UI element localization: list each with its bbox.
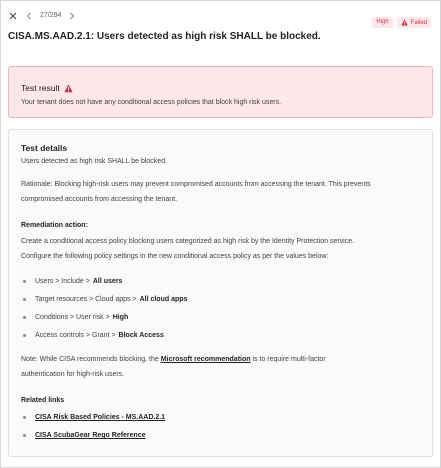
severity-badge: High [372,17,393,28]
bullet-icon [23,316,26,319]
note-suffix: is to require multi-factor [252,356,326,363]
setting-value: High [112,314,129,321]
setting-path: Access controls > Grant > [35,332,116,339]
bullet-icon [23,280,26,283]
warning-icon [400,19,408,26]
setting-item: Conditions > User risk > High [23,314,128,321]
note-prefix: Note: While CISA recommends blocking, th… [21,356,159,363]
close-icon[interactable] [7,10,19,22]
cisa-scubagear-rego-link[interactable]: CISA ScubaGear Rego Reference [35,432,146,439]
setting-path: Users > Include > [35,278,90,285]
related-link-item: CISA Risk Based Policies - MS.AAD.2.1 [23,414,165,421]
related-link-item: CISA ScubaGear Rego Reference [23,432,146,439]
item-counter: 27/294 [40,12,62,19]
bullet-icon [23,416,26,419]
bullet-icon [23,334,26,337]
status-badge: Failed [396,17,431,28]
setting-path: Conditions > User risk > [35,314,110,321]
setting-item: Target resources > Cloud apps > All cloud… [23,296,187,303]
test-result-title: Test result [21,83,60,93]
chevron-left-icon[interactable] [23,10,35,22]
related-links-heading: Related links [21,397,65,404]
page-title: CISA.MS.AAD.2.1: Users detected as high … [8,31,321,42]
bullet-icon [23,434,26,437]
status-badges: High Failed [372,17,431,28]
remediation-text-continued: Configure the following policy settings … [21,253,329,260]
panel-navigation: 27/294 [7,10,78,22]
chevron-right-icon[interactable] [66,10,78,22]
status-badge-label: Failed [410,19,427,26]
rationale-text: Rationale: Blocking high-risk users may … [21,181,371,188]
test-details-card: Test details Users detected as high risk… [8,129,433,457]
warning-icon [64,83,73,92]
rationale-text-continued: compromised accounts from accessing the … [21,196,178,203]
test-result-card: Test result Your tenant does not have an… [8,66,433,118]
test-result-message: Your tenant does not have any conditiona… [21,99,282,106]
setting-value: All users [92,278,123,285]
setting-item: Users > Include > All users [23,278,122,285]
setting-value: Block Access [118,332,164,339]
test-details-title: Test details [21,143,68,153]
cisa-risk-based-policies-link[interactable]: CISA Risk Based Policies - MS.AAD.2.1 [35,414,165,421]
bullet-icon [23,298,26,301]
setting-value: All cloud apps [139,296,188,303]
remediation-heading: Remediation action: [21,222,88,229]
setting-item: Access controls > Grant > Block Access [23,332,164,339]
setting-path: Target resources > Cloud apps > [35,296,137,303]
remediation-text: Create a conditional access policy block… [21,238,355,245]
test-summary: Users detected as high risk SHALL be blo… [21,158,168,165]
note-text: Note: While CISA recommends blocking, th… [21,356,326,363]
microsoft-recommendation-link[interactable]: Microsoft recommendation [161,356,251,363]
test-result-header: Test result [21,83,73,93]
note-text-continued: authentication for high-risk users. [21,371,125,378]
